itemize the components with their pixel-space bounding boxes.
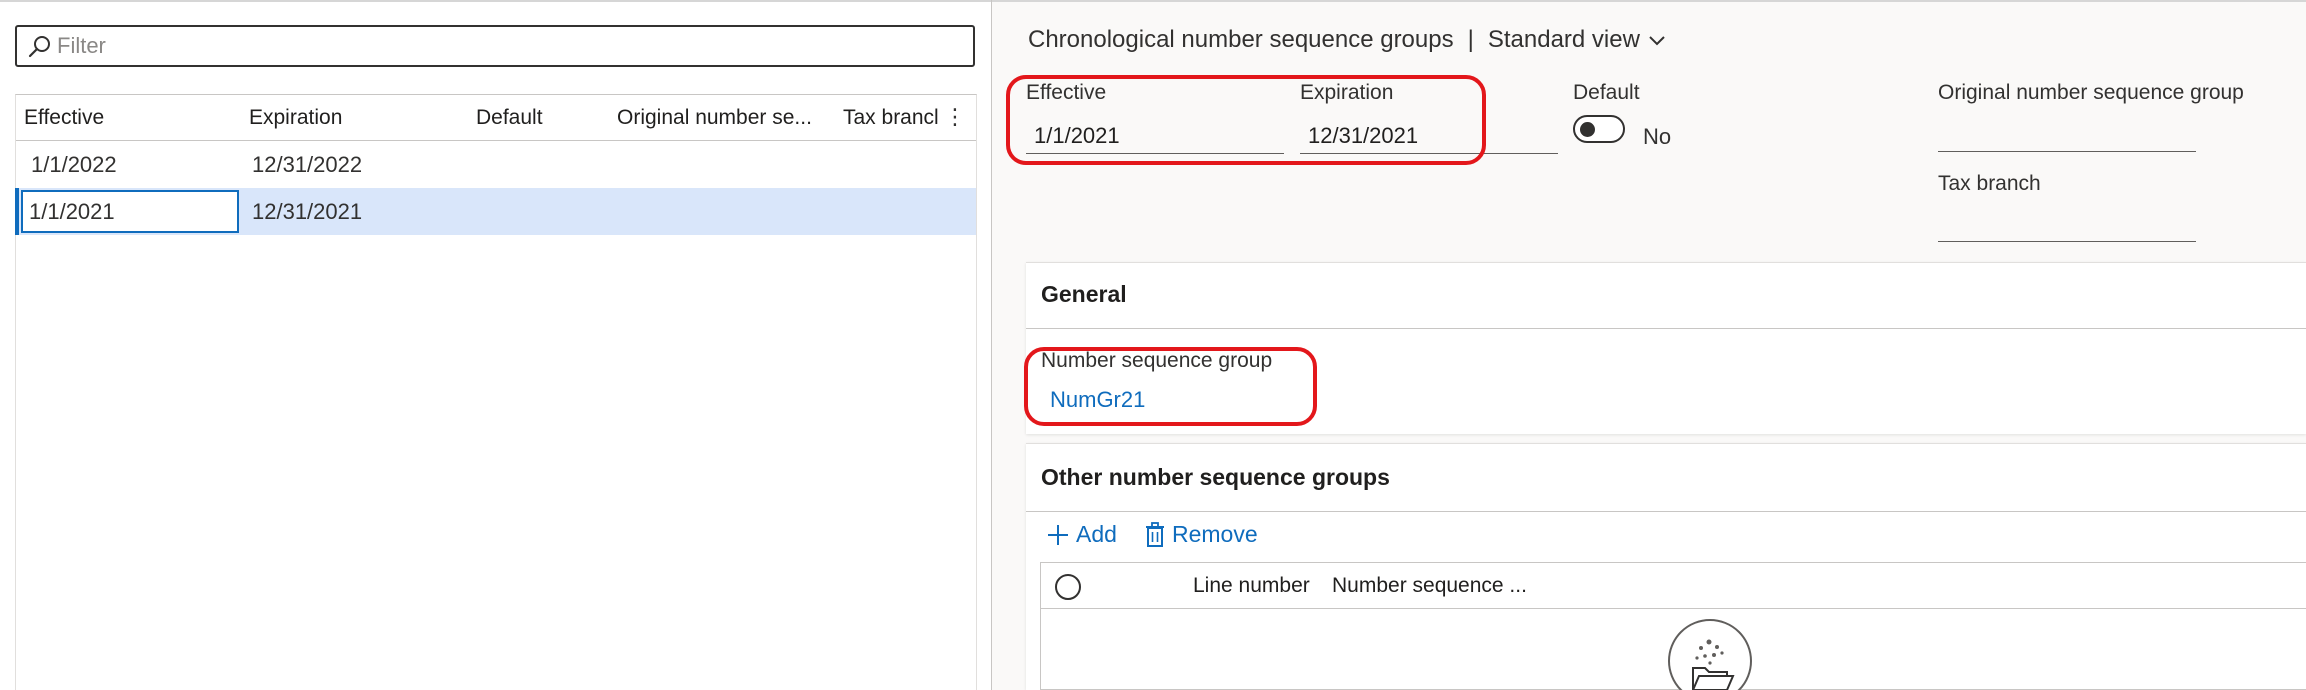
row-effective-edit-cell[interactable]: 1/1/2021: [21, 190, 239, 233]
other-section-title[interactable]: Other number sequence groups: [1041, 464, 1390, 491]
caption-separator: |: [1467, 26, 1474, 53]
expiration-label: Expiration: [1300, 81, 1394, 104]
select-all-radio[interactable]: [1055, 574, 1081, 600]
remove-button[interactable]: Remove: [1144, 521, 1258, 548]
column-header-original-number-sequence[interactable]: Original number se...: [617, 95, 837, 141]
row-expiration: 12/31/2021: [252, 199, 363, 224]
list-grid-header: Effective Expiration Default Original nu…: [16, 95, 976, 141]
page-caption: Chronological number sequence groups | S…: [1028, 26, 1666, 54]
tax-branch-label: Tax branch: [1938, 172, 2041, 195]
filter-box[interactable]: [15, 25, 975, 67]
default-toggle-state: No: [1643, 124, 1672, 149]
other-divider: [1026, 511, 2306, 512]
row-effective: 1/1/2022: [31, 152, 117, 177]
page-title: Chronological number sequence groups: [1028, 26, 1454, 53]
effective-field[interactable]: 1/1/2021: [1026, 118, 1284, 154]
list-row-selected[interactable]: 1/1/2021 12/31/2021: [15, 188, 976, 235]
search-icon: [28, 36, 50, 58]
other-groups-grid-header: Line number Number sequence ...: [1041, 563, 2306, 609]
empty-folder-icon: [1668, 619, 1752, 690]
column-header-expiration[interactable]: Expiration: [249, 95, 342, 141]
add-icon: [1048, 524, 1068, 545]
default-label: Default: [1573, 81, 1640, 104]
add-button-label: Add: [1076, 521, 1117, 547]
filter-input[interactable]: [53, 27, 953, 65]
chevron-down-icon: [1649, 36, 1665, 46]
effective-label: Effective: [1026, 81, 1107, 104]
trash-icon: [1146, 521, 1164, 547]
column-header-default[interactable]: Default: [476, 95, 543, 141]
column-header-effective[interactable]: Effective: [24, 95, 104, 141]
number-sequence-group-link[interactable]: NumGr21: [1050, 387, 1145, 413]
toggle-knob: [1580, 122, 1595, 137]
default-toggle[interactable]: [1573, 115, 1625, 143]
tax-branch-field[interactable]: [1938, 212, 2196, 242]
original-number-sequence-group-label: Original number sequence group: [1938, 81, 2244, 104]
general-section: General Number sequence group NumGr21: [1026, 262, 2306, 434]
view-selector-label: Standard view: [1487, 26, 1640, 53]
list-row[interactable]: 1/1/2022 12/31/2022: [16, 141, 976, 188]
original-number-sequence-group-field[interactable]: [1938, 122, 2196, 152]
remove-button-label: Remove: [1172, 521, 1258, 547]
view-selector[interactable]: Standard view: [1488, 26, 1666, 54]
general-divider: [1026, 328, 2306, 329]
row-expiration: 12/31/2022: [252, 152, 363, 177]
column-header-line-number[interactable]: Line number: [1193, 563, 1310, 609]
more-vertical-icon[interactable]: ⋮: [944, 95, 966, 141]
other-groups-grid: Line number Number sequence ...: [1040, 562, 2306, 690]
column-header-tax-branch[interactable]: Tax brancl: [843, 95, 943, 141]
selected-row-marker: [15, 188, 19, 235]
general-section-title[interactable]: General: [1041, 281, 1127, 308]
list-pane: Effective Expiration Default Original nu…: [0, 0, 991, 690]
expiration-field[interactable]: 12/31/2021: [1300, 118, 1558, 154]
list-grid: Effective Expiration Default Original nu…: [15, 94, 977, 690]
add-button[interactable]: Add: [1046, 521, 1117, 548]
column-header-number-sequence[interactable]: Number sequence ...: [1332, 563, 1527, 609]
number-sequence-group-label: Number sequence group: [1041, 349, 1273, 372]
